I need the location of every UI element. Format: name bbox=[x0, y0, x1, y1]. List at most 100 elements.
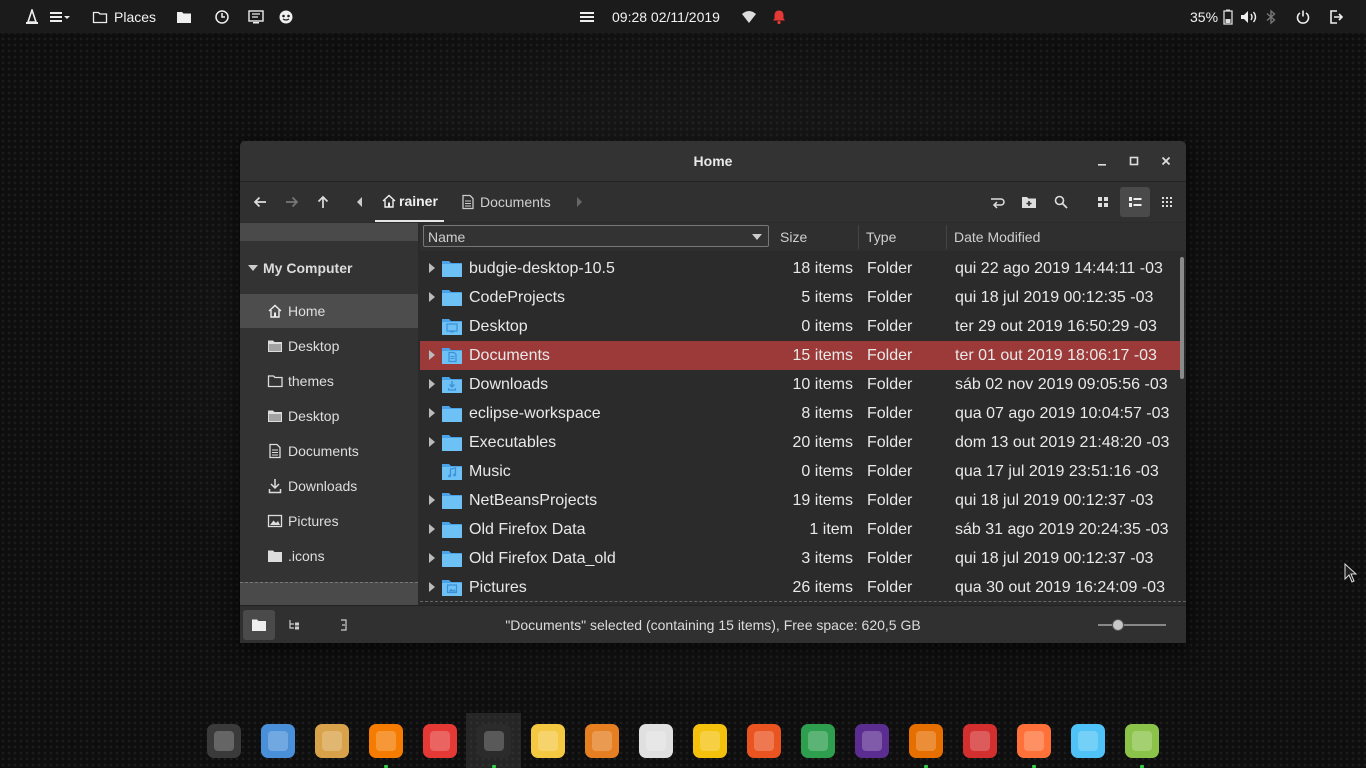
file-type: Folder bbox=[867, 347, 913, 364]
breadcrumb-left-button[interactable] bbox=[354, 190, 366, 214]
table-row[interactable]: Documents 15 items Folder ter 01 out 2019 1… bbox=[420, 341, 1180, 370]
table-row[interactable]: budgie-desktop-10.5 18 items Folder qui 22 … bbox=[420, 254, 1180, 283]
mail-app-icon[interactable] bbox=[529, 722, 567, 760]
file-size: 5 items bbox=[801, 289, 853, 306]
sidebar-item-themes[interactable]: themes bbox=[240, 364, 418, 398]
table-row[interactable]: Music 0 items Folder qua 17 jul 2019 23:51:… bbox=[420, 457, 1180, 486]
expander-triangle-icon[interactable] bbox=[428, 350, 436, 360]
sheets-app-icon[interactable] bbox=[799, 722, 837, 760]
back-button[interactable] bbox=[250, 190, 270, 214]
folder-launcher-icon[interactable] bbox=[176, 0, 192, 33]
volume-icon[interactable] bbox=[1240, 0, 1258, 33]
view-icons-button[interactable] bbox=[1088, 187, 1118, 217]
clock-app-icon[interactable] bbox=[214, 0, 230, 33]
expander-triangle-icon[interactable] bbox=[428, 524, 436, 534]
archive-manager-icon[interactable] bbox=[1069, 722, 1107, 760]
table-row[interactable]: Old Firefox Data_old 3 items Folder qui 18 … bbox=[420, 544, 1180, 573]
breadcrumb-home[interactable]: rainer bbox=[375, 182, 444, 222]
breadcrumb-documents[interactable]: Documents bbox=[461, 182, 551, 222]
file-size: 8 items bbox=[801, 405, 853, 422]
sidebar-section-my-computer[interactable]: My Computer bbox=[240, 259, 418, 277]
favorites-star-icon[interactable] bbox=[691, 722, 729, 760]
table-row[interactable]: CodeProjects 5 items Folder qui 18 jul 2019… bbox=[420, 283, 1180, 312]
search-button[interactable] bbox=[1051, 190, 1071, 214]
table-row[interactable]: Executables 20 items Folder dom 13 out 2019… bbox=[420, 428, 1180, 457]
view-list-button[interactable] bbox=[1120, 187, 1150, 217]
battery-percent[interactable]: 35% bbox=[1190, 0, 1218, 33]
expander-triangle-icon[interactable] bbox=[428, 582, 436, 592]
folder-folder-icon bbox=[442, 435, 462, 451]
titlebar[interactable]: Home bbox=[240, 141, 1186, 182]
logout-icon[interactable] bbox=[1328, 0, 1344, 33]
file-type: Folder bbox=[867, 318, 913, 335]
power-icon[interactable] bbox=[1295, 0, 1311, 33]
expander-triangle-icon[interactable] bbox=[428, 437, 436, 447]
table-row[interactable]: Downloads 10 items Folder sáb 02 nov 2019 0… bbox=[420, 370, 1180, 399]
column-header-name[interactable]: Name bbox=[423, 225, 769, 247]
table-row[interactable]: Desktop 0 items Folder ter 29 out 2019 16:5… bbox=[420, 312, 1180, 341]
new-folder-button[interactable] bbox=[1019, 190, 1039, 214]
minimize-button[interactable] bbox=[1092, 151, 1112, 171]
ghost-app-icon[interactable] bbox=[278, 0, 294, 33]
wifi-icon[interactable] bbox=[741, 0, 757, 33]
music-player-icon[interactable] bbox=[259, 722, 297, 760]
breadcrumb-right-button[interactable] bbox=[573, 190, 585, 214]
vlc-icon[interactable] bbox=[24, 0, 40, 33]
trash-icon[interactable] bbox=[637, 722, 675, 760]
expander-triangle-icon[interactable] bbox=[428, 408, 436, 418]
ubuntu-folder-icon[interactable] bbox=[745, 722, 783, 760]
expander-triangle-icon[interactable] bbox=[428, 292, 436, 302]
sidebar-item-pictures[interactable]: Pictures bbox=[240, 504, 418, 538]
places-menu[interactable]: Places bbox=[92, 0, 156, 33]
status-bar: "Documents" selected (containing 15 item… bbox=[240, 605, 1186, 643]
breadcrumb-documents-label: Documents bbox=[480, 194, 551, 210]
sidebar-item-documents[interactable]: Documents bbox=[240, 434, 418, 468]
zoom-slider[interactable] bbox=[1098, 624, 1166, 626]
notification-bell-icon[interactable] bbox=[771, 0, 787, 33]
audio-player-icon[interactable] bbox=[367, 722, 405, 760]
table-row[interactable]: NetBeansProjects 19 items Folder qui 18 jul… bbox=[420, 486, 1180, 515]
expander-triangle-icon[interactable] bbox=[428, 553, 436, 563]
table-row[interactable]: eclipse-workspace 8 items Folder qua 07 ago… bbox=[420, 399, 1180, 428]
vpn-app-icon[interactable] bbox=[205, 722, 243, 760]
file-manager-icon[interactable] bbox=[475, 722, 513, 760]
visual-studio-icon[interactable] bbox=[853, 722, 891, 760]
view-compact-button[interactable] bbox=[1152, 187, 1182, 217]
firefox-icon[interactable] bbox=[1015, 722, 1053, 760]
download-icon bbox=[267, 478, 283, 494]
typora-icon[interactable] bbox=[961, 722, 999, 760]
table-row[interactable]: Pictures 26 items Folder qua 30 out 2019 16… bbox=[420, 573, 1180, 602]
krita-icon[interactable] bbox=[583, 722, 621, 760]
maximize-button[interactable] bbox=[1124, 151, 1144, 171]
close-button[interactable] bbox=[1156, 151, 1176, 171]
forward-button[interactable] bbox=[282, 190, 302, 214]
battery-icon[interactable] bbox=[1222, 0, 1234, 33]
sidebar-item-desktop-2[interactable]: Desktop bbox=[240, 399, 418, 433]
window-title: Home bbox=[693, 153, 733, 169]
pdf-viewer-icon[interactable] bbox=[421, 722, 459, 760]
clock[interactable]: 09:28 02/11/2019 bbox=[612, 0, 720, 33]
screen-icon[interactable] bbox=[248, 0, 264, 33]
column-header-size[interactable]: Size bbox=[780, 223, 807, 251]
folder-icon bbox=[267, 338, 283, 354]
sidebar-scroll-end bbox=[240, 582, 418, 606]
column-header-date[interactable]: Date Modified bbox=[954, 223, 1040, 251]
sidebar-item-desktop[interactable]: Desktop bbox=[240, 329, 418, 363]
table-row[interactable]: Old Firefox Data 1 item Folder sáb 31 ago 2… bbox=[420, 515, 1180, 544]
column-header-type[interactable]: Type bbox=[866, 223, 896, 251]
toggle-location-button[interactable] bbox=[987, 190, 1007, 214]
sidebar-item-icons[interactable]: .icons bbox=[240, 539, 418, 573]
android-app-icon[interactable] bbox=[1123, 722, 1161, 760]
menu-list-icon[interactable] bbox=[49, 0, 71, 33]
expander-triangle-icon[interactable] bbox=[428, 495, 436, 505]
java-icon[interactable] bbox=[907, 722, 945, 760]
sidebar-item-home[interactable]: Home bbox=[240, 294, 418, 328]
sidebar-item-downloads[interactable]: Downloads bbox=[240, 469, 418, 503]
expander-triangle-icon[interactable] bbox=[428, 379, 436, 389]
bluetooth-icon[interactable] bbox=[1265, 0, 1277, 33]
notifications-menu-icon[interactable] bbox=[579, 0, 595, 33]
vertical-scrollbar[interactable] bbox=[1180, 257, 1184, 379]
spreadsheet-app-icon[interactable] bbox=[313, 722, 351, 760]
up-button[interactable] bbox=[313, 190, 333, 214]
expander-triangle-icon[interactable] bbox=[428, 263, 436, 273]
